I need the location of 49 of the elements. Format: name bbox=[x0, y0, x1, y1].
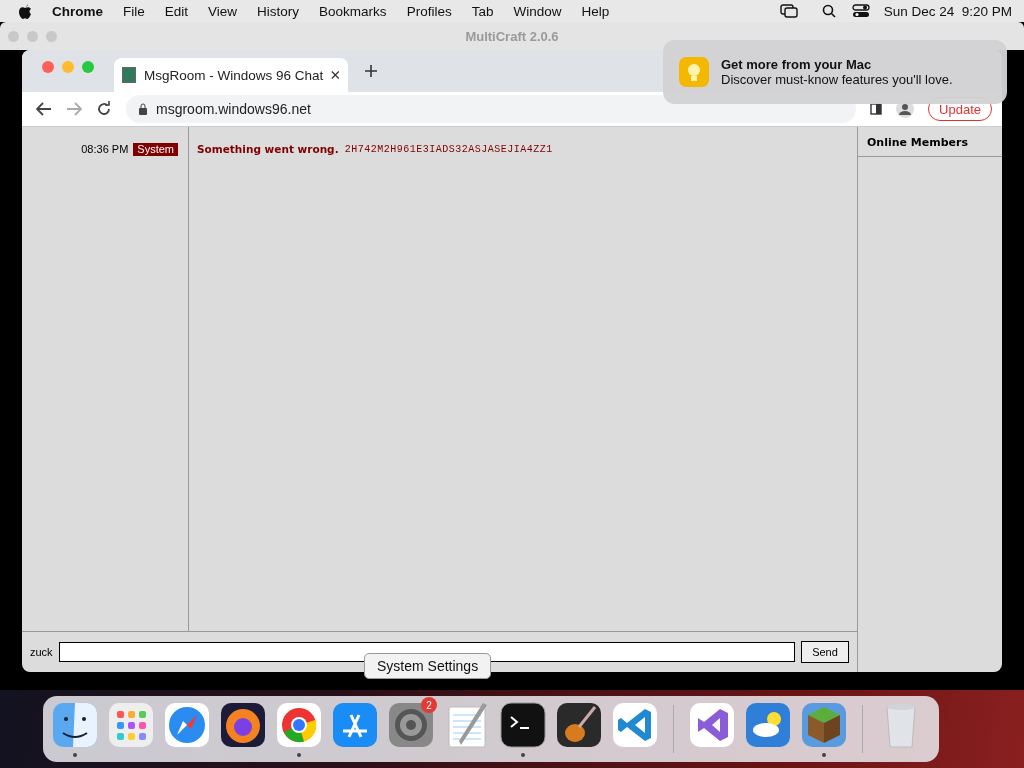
close-icon[interactable] bbox=[331, 70, 340, 80]
smiley-face-icon[interactable] bbox=[51, 701, 99, 749]
lock-icon bbox=[138, 103, 148, 115]
address-bar[interactable]: msgroom.windows96.net bbox=[126, 95, 857, 123]
menu-item[interactable]: Tab bbox=[461, 3, 504, 19]
favicon-icon bbox=[122, 67, 137, 83]
menu-item[interactable]: Edit bbox=[154, 3, 199, 19]
app-grid-icon[interactable] bbox=[107, 701, 155, 749]
message-time: 08:36 PM bbox=[81, 143, 129, 155]
cloud-sun-icon[interactable] bbox=[744, 701, 792, 749]
lightbulb-icon bbox=[679, 57, 709, 87]
terminal-icon[interactable] bbox=[499, 701, 547, 749]
author-tag: System bbox=[133, 142, 178, 156]
nickname-label: zuck bbox=[30, 646, 53, 658]
back-icon[interactable] bbox=[36, 102, 52, 116]
tooltip: System Settings bbox=[364, 653, 492, 679]
plus-icon[interactable] bbox=[364, 64, 378, 78]
menu-item[interactable]: History bbox=[247, 3, 310, 19]
notification-body: Discover must-know features you'll love. bbox=[721, 72, 953, 87]
message-input[interactable] bbox=[58, 642, 795, 662]
grass-block-icon[interactable] bbox=[800, 701, 848, 749]
search-icon[interactable] bbox=[821, 4, 836, 18]
members-heading: Online Members bbox=[858, 127, 1002, 157]
toggles-icon[interactable] bbox=[851, 4, 870, 18]
notification-banner[interactable]: Get more from your Mac Discover must-know features you'll love. bbox=[663, 40, 1007, 104]
reload-icon[interactable] bbox=[96, 101, 112, 117]
circle-logo-icon[interactable] bbox=[275, 701, 323, 749]
windows-icon[interactable] bbox=[779, 4, 798, 18]
notification-badge: 2 bbox=[421, 697, 437, 713]
gear-icon[interactable] bbox=[387, 701, 435, 749]
notification-title: Get more from your Mac bbox=[721, 57, 873, 72]
menu-item[interactable]: Help bbox=[571, 3, 620, 19]
window-title: MultiCraft 2.0.6 bbox=[465, 28, 559, 44]
sidebar-icon[interactable] bbox=[870, 103, 883, 115]
menu-item[interactable]: Chrome bbox=[42, 3, 113, 19]
menu-item[interactable]: Window bbox=[503, 3, 572, 19]
app-store-icon[interactable] bbox=[331, 701, 379, 749]
apple-logo-icon[interactable] bbox=[18, 3, 32, 19]
send-button[interactable]: Send bbox=[801, 641, 849, 663]
compass-icon[interactable] bbox=[163, 701, 211, 749]
code-editor-icon[interactable] bbox=[611, 701, 659, 749]
menu-item[interactable]: Profiles bbox=[396, 3, 462, 19]
clock[interactable]: Sun Dec 24 9:20 PM bbox=[883, 3, 1012, 19]
menu-item[interactable]: Bookmarks bbox=[309, 3, 397, 19]
menu-item[interactable]: File bbox=[113, 3, 155, 19]
menu-item[interactable]: View bbox=[198, 3, 248, 19]
browser-tab[interactable]: MsgRoom - Windows 96 Chat bbox=[114, 58, 348, 92]
guitar-icon[interactable] bbox=[555, 701, 603, 749]
message-text: Something went wrong. 2H742M2H961E3IADS32ASJASEJIA4ZZ1 bbox=[197, 142, 554, 156]
